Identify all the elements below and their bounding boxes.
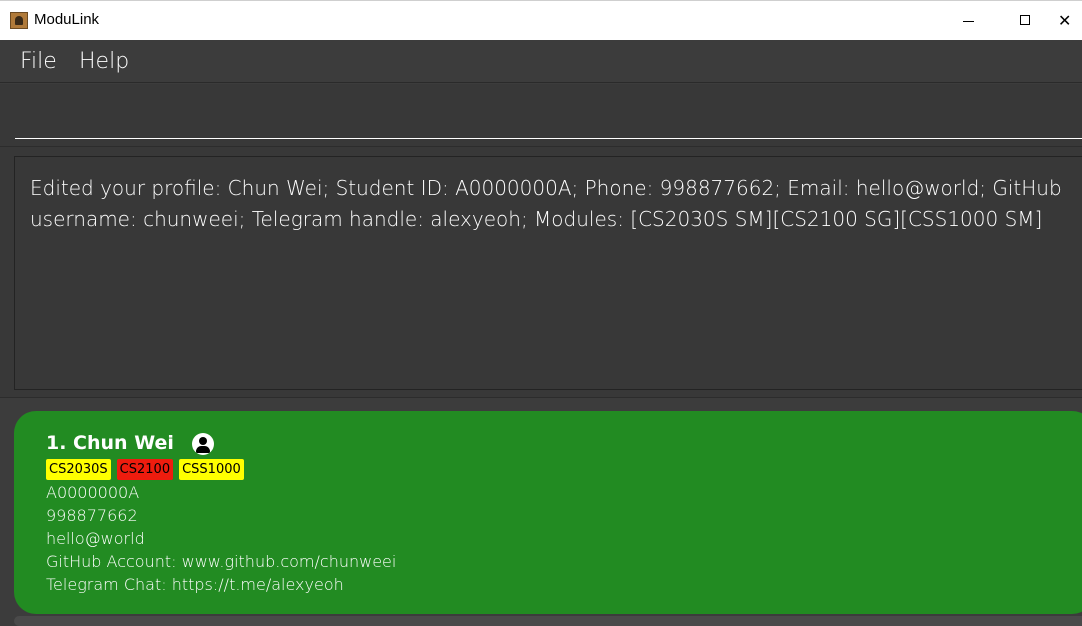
result-display[interactable]: Edited your profile: Chun Wei; Student I… <box>14 156 1082 390</box>
profile-icon <box>192 433 214 455</box>
result-display-pane: Edited your profile: Chun Wei; Student I… <box>0 146 1082 398</box>
window-title: ModuLink <box>34 11 100 28</box>
title-bar: ModuLink ✕ <box>0 0 1082 40</box>
menu-file[interactable]: File <box>20 49 57 74</box>
close-icon: ✕ <box>1058 11 1072 30</box>
telegram-chat: Telegram Chat: https://t.me/alexyeoh <box>46 575 344 594</box>
module-tag: CS2100 <box>116 459 174 480</box>
command-input[interactable] <box>15 90 1082 139</box>
menu-help[interactable]: Help <box>79 49 129 74</box>
menu-bar: File Help <box>0 40 1082 83</box>
address-book-icon <box>10 12 28 29</box>
minimize-icon <box>963 21 974 22</box>
github-account: GitHub Account: www.github.com/chunweei <box>46 552 397 571</box>
module-tags: CS2030S CS2100 CSS1000 <box>46 459 250 481</box>
minimize-button[interactable] <box>945 1 991 41</box>
phone: 998877662 <box>46 506 138 525</box>
command-box <box>0 84 1082 146</box>
student-id: A0000000A <box>46 483 140 502</box>
list-item <box>14 616 1082 626</box>
maximize-icon <box>1020 15 1030 25</box>
module-tag: CS2030S <box>46 459 111 480</box>
person-list[interactable]: 1. Chun Wei CS2030S CS2100 CSS1000 A000000… <box>0 398 1082 626</box>
person-card[interactable]: 1. Chun Wei CS2030S CS2100 CSS1000 A000000… <box>14 411 1082 614</box>
maximize-button[interactable] <box>1002 1 1048 41</box>
result-message: Edited your profile: Chun Wei; Student I… <box>30 176 1062 231</box>
module-tag: CSS1000 <box>179 459 244 480</box>
person-name: 1. Chun Wei <box>46 432 174 454</box>
close-button[interactable]: ✕ <box>1058 1 1082 41</box>
email: hello@world <box>46 529 145 548</box>
